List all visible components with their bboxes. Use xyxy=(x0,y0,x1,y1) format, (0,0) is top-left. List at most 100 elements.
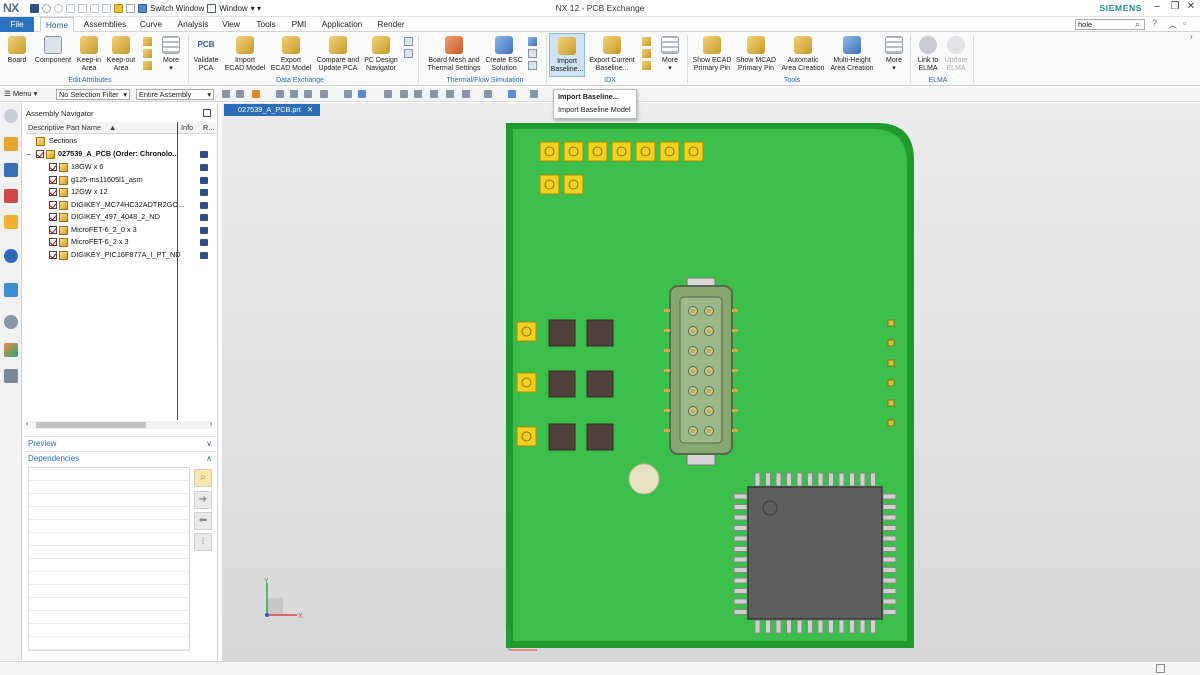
tree-row-part[interactable]: DIGIKEY_PIC16F877A_I_PT_ND xyxy=(22,249,213,262)
automatic-area-creation-button[interactable]: Automatic Area Creation xyxy=(780,36,826,73)
assembly-navigator-icon[interactable] xyxy=(4,137,18,151)
update-elma-button[interactable]: Update ELMA xyxy=(942,36,970,73)
snap-icon[interactable] xyxy=(320,90,328,98)
visibility-checkbox[interactable] xyxy=(49,188,57,196)
clock-icon[interactable] xyxy=(4,315,18,329)
thermal-option-icon[interactable] xyxy=(528,37,537,46)
history-icon[interactable] xyxy=(4,283,18,297)
edit-attributes-more-button[interactable]: More ▾ xyxy=(159,36,183,73)
view-icon[interactable] xyxy=(430,90,438,98)
roles-icon[interactable] xyxy=(4,343,18,357)
collapse-ribbon-icon[interactable]: ︿ xyxy=(1168,18,1177,31)
help-icon[interactable]: ? xyxy=(1152,18,1157,28)
settings-icon[interactable]: ▫ xyxy=(1183,18,1186,28)
visibility-checkbox[interactable] xyxy=(49,163,57,171)
preview-section[interactable]: Preview ∨ xyxy=(24,436,216,449)
snap-icon[interactable] xyxy=(276,90,284,98)
tab-application[interactable]: Application xyxy=(318,17,366,32)
visibility-checkbox[interactable] xyxy=(49,175,57,184)
show-ecad-primary-pin-button[interactable]: Show ECAD Primary Pin xyxy=(691,36,733,73)
visibility-checkbox[interactable] xyxy=(49,200,57,209)
tree-row-part[interactable]: MicroFET-6_2_0 x 3 xyxy=(22,224,213,237)
thermal-option-icon[interactable] xyxy=(528,49,537,58)
tab-file[interactable]: File xyxy=(0,17,34,32)
visibility-checkbox[interactable] xyxy=(49,213,57,221)
view-icon[interactable] xyxy=(384,90,392,98)
attribute-icon[interactable] xyxy=(143,37,152,46)
import-baseline-model-menu-item[interactable]: Import Baseline Model xyxy=(554,103,636,116)
validate-pca-button[interactable]: PCB Validate PCA xyxy=(192,36,220,73)
reuse-library-icon[interactable] xyxy=(4,215,18,229)
import-baseline-button[interactable]: Import Baseline... xyxy=(549,33,585,77)
list-icon[interactable]: ⁝ xyxy=(194,533,212,551)
snap-icon[interactable] xyxy=(236,90,244,98)
arrow-right-icon[interactable]: ➔ xyxy=(194,491,212,509)
document-tab[interactable]: 027539_A_PCB.prt ✕ xyxy=(224,104,320,116)
tab-tools[interactable]: Tools xyxy=(253,17,279,32)
visibility-checkbox[interactable] xyxy=(49,238,57,246)
close-icon[interactable]: ✕ xyxy=(1184,1,1198,12)
component-button[interactable]: Component xyxy=(33,36,73,65)
tree-row-part[interactable]: 12GW x 12 xyxy=(22,186,213,199)
view-icon[interactable] xyxy=(400,90,408,98)
magnify-icon[interactable]: ⌕ xyxy=(194,469,212,487)
dependencies-section[interactable]: Dependencies ∧ xyxy=(24,451,216,464)
grid-icon[interactable] xyxy=(462,90,470,98)
create-esc-solution-button[interactable]: Create ESC Solution xyxy=(484,36,524,73)
keep-out-area-button[interactable]: Keep-out Area xyxy=(105,36,137,73)
thermal-option-icon[interactable] xyxy=(528,61,537,70)
snap-icon[interactable] xyxy=(252,90,260,98)
web-browser-icon[interactable] xyxy=(4,249,18,263)
multi-height-area-creation-button[interactable]: Multi-Height Area Creation xyxy=(828,36,876,73)
board-mesh-thermal-button[interactable]: Board Mesh and Thermal Settings xyxy=(425,36,483,73)
import-ecad-model-button[interactable]: Import ECAD Model xyxy=(223,36,267,73)
snap-icon[interactable] xyxy=(304,90,312,98)
selection-filter-select[interactable]: No Selection Filter ▾ xyxy=(56,89,130,100)
maximize-panel-icon[interactable] xyxy=(203,109,211,117)
scroll-right-icon[interactable]: › xyxy=(210,421,212,428)
tab-pmi[interactable]: PMI xyxy=(289,17,309,32)
arrow-left-icon[interactable]: ⬅ xyxy=(194,512,212,530)
scrollbar-thumb[interactable] xyxy=(36,422,146,428)
attribute-icon[interactable] xyxy=(143,61,152,70)
tab-view[interactable]: View xyxy=(220,17,242,32)
visibility-checkbox[interactable] xyxy=(49,250,57,259)
tools-more-button[interactable]: More ▾ xyxy=(882,36,906,73)
render-style-icon[interactable] xyxy=(508,90,516,98)
settings-gear-icon[interactable] xyxy=(4,109,18,123)
tree-row-part[interactable]: DIGIKEY_497_4048_2_ND xyxy=(22,211,213,224)
view-icon[interactable] xyxy=(358,90,366,98)
tab-home[interactable]: Home xyxy=(40,17,74,32)
tree-row-part[interactable]: 18GW x 6 xyxy=(22,161,213,174)
tab-assemblies[interactable]: Assemblies xyxy=(82,17,128,32)
board-button[interactable]: Board xyxy=(4,36,30,65)
snap-icon[interactable] xyxy=(290,90,298,98)
column-r[interactable]: R... xyxy=(201,122,216,134)
search-icon[interactable]: ⌕ xyxy=(1135,19,1140,30)
idx-more-button[interactable]: More ▾ xyxy=(658,36,682,73)
export-ecad-model-button[interactable]: Export ECAD Model xyxy=(269,36,313,73)
tree-row-part[interactable]: MicroFET-6_2 x 3 xyxy=(22,236,213,249)
compare-update-pca-button[interactable]: Compare and Update PCA xyxy=(315,36,361,73)
rotate-icon[interactable] xyxy=(414,90,422,98)
ribbon-scroll-right-icon[interactable]: › xyxy=(1190,32,1193,41)
view-icon[interactable] xyxy=(446,90,454,98)
horizontal-scrollbar[interactable] xyxy=(26,421,212,429)
data-icon[interactable] xyxy=(404,37,413,46)
snap-icon[interactable] xyxy=(222,90,230,98)
menu-button[interactable]: ☰ Menu ▾ xyxy=(4,89,37,98)
system-scenes-icon[interactable] xyxy=(4,369,18,383)
render-style-icon[interactable] xyxy=(484,90,492,98)
part-navigator-icon[interactable] xyxy=(4,189,18,203)
import-baseline-menu-item[interactable]: Import Baseline... xyxy=(554,90,636,103)
tree-row-assembly[interactable]: – 027539_A_PCB (Order: Chronolo... xyxy=(22,148,213,161)
column-info[interactable]: Info xyxy=(178,122,200,134)
tree-row-part[interactable]: DIGIKEY_MC74HC32ADTR2GO... xyxy=(22,199,213,212)
tab-analysis[interactable]: Analysis xyxy=(175,17,211,32)
data-icon[interactable] xyxy=(404,49,413,58)
visibility-checkbox[interactable] xyxy=(49,225,57,234)
tab-render[interactable]: Render xyxy=(375,17,407,32)
tab-curve[interactable]: Curve xyxy=(137,17,165,32)
graphics-viewport[interactable]: Y X xyxy=(222,103,1200,661)
tree-row-sections[interactable]: Sections xyxy=(22,135,213,148)
